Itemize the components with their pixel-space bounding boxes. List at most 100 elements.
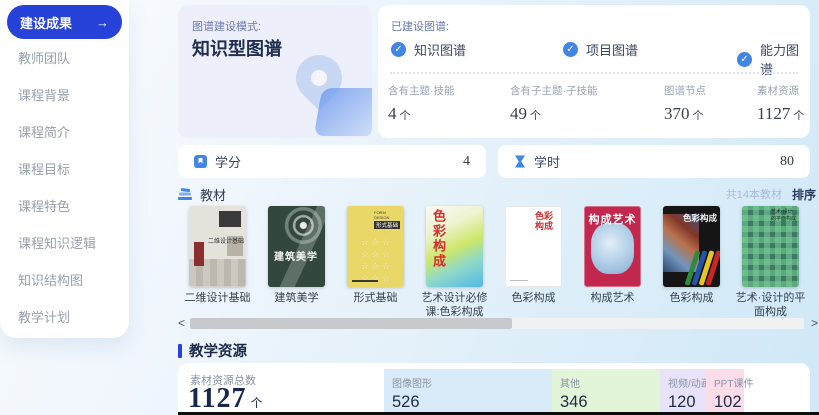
- book-item[interactable]: 建筑美学 建筑美学: [257, 206, 336, 320]
- stat-label: 含有主题·技能: [388, 83, 455, 98]
- sidebar-item[interactable]: 课程知识逻辑: [0, 224, 129, 261]
- checkbox-knowledge-graph[interactable]: ✓ 知识图谱: [391, 40, 466, 59]
- textbooks-header: 教材 共14本教材 排序: [178, 185, 816, 203]
- checkbox-label: 知识图谱: [414, 40, 466, 59]
- book-title: 构成艺术: [591, 292, 635, 306]
- book-title: 二维设计基础: [185, 292, 251, 306]
- book-cover-text: 色彩构成: [429, 209, 448, 269]
- sidebar-active-label: 建设成果: [20, 13, 72, 32]
- category-label: PPT课件: [714, 375, 744, 390]
- credit-icon: [194, 155, 207, 168]
- book-cover-text: 色彩构成: [683, 212, 717, 224]
- stars-decoration: ☆ ☆ ☆ ☆ ☆ ☆ ☆ ☆ ☆ ☆ ☆ ☆: [347, 236, 404, 284]
- resources-title: 教学资源: [189, 340, 247, 361]
- book-cover-text: 色彩构成: [535, 211, 557, 232]
- textbooks-shelf: 二维设计基础 二维设计基础 建筑美学 建筑美学 FORM DESIGN BASI…: [178, 206, 810, 320]
- stat-graph-nodes: 图谱节点 370个: [664, 83, 706, 124]
- book-cover[interactable]: 构成艺术: [584, 206, 641, 287]
- book-cover[interactable]: 二维设计基础: [189, 206, 246, 287]
- hours-value: 80: [780, 154, 794, 170]
- book-cover[interactable]: 艺术·设计的平面构成: [742, 206, 799, 287]
- category-ppt: PPT课件 102: [706, 369, 744, 412]
- screen: 建设成果 → 教师团队 课程背景 课程简介 课程目标 课程特色 课程知识逻辑 知…: [0, 0, 819, 415]
- stat-label: 素材资源: [757, 83, 804, 98]
- book-item[interactable]: 二维设计基础 二维设计基础: [178, 206, 257, 320]
- book-cover-text: 形式基础: [374, 221, 400, 229]
- category-label: 其他: [560, 375, 660, 390]
- category-value: 346: [560, 393, 660, 412]
- category-label: 图像图形: [392, 375, 552, 390]
- stat-value: 370个: [664, 104, 706, 124]
- book-title: 建筑美学: [275, 292, 319, 306]
- sidebar-item[interactable]: 教师团队: [0, 39, 129, 76]
- book-item[interactable]: 构成艺术 构成艺术: [573, 206, 652, 320]
- category-label: 视频/动画: [668, 375, 706, 390]
- category-value: 102: [714, 393, 744, 412]
- stat-subtopics: 含有子主题·子技能 49个: [510, 83, 598, 124]
- section-bar-decoration: [178, 344, 182, 358]
- stat-value: 49个: [510, 104, 598, 124]
- built-graphs-card: 已建设图谱: ✓ 知识图谱 ✓ 项目图谱 ✓ 能力图谱 含有主题·技能 4个 含…: [378, 5, 810, 138]
- scrollbar-thumb[interactable]: [190, 318, 512, 329]
- book-title: 形式基础: [354, 292, 398, 306]
- resource-categories: 图像图形 526 其他 346 视频/动画 120 PPT课件 102: [384, 369, 744, 412]
- book-item[interactable]: 色彩构成 艺术设计必修课:色彩构成: [415, 206, 494, 320]
- arrow-right-icon: →: [96, 15, 109, 30]
- sidebar-item[interactable]: 知识结构图: [0, 261, 129, 298]
- sidebar-item-active[interactable]: 建设成果 →: [7, 5, 122, 39]
- book-item[interactable]: 艺术·设计的平面构成 艺术·设计的平面构成: [731, 206, 810, 320]
- sort-button[interactable]: 排序: [792, 186, 816, 203]
- book-title: 色彩构成: [512, 292, 556, 306]
- book-item[interactable]: 色彩构成 色彩构成: [652, 206, 731, 320]
- book-title: 色彩构成: [670, 292, 714, 306]
- category-other: 其他 346: [552, 369, 660, 412]
- book-cover[interactable]: 色彩构成: [505, 206, 562, 287]
- book-cover[interactable]: FORM DESIGN BASICS 形式基础 ☆ ☆ ☆ ☆ ☆ ☆ ☆ ☆ …: [347, 206, 404, 287]
- scrollbar-track[interactable]: [190, 318, 804, 329]
- sidebar-item[interactable]: 课程简介: [0, 113, 129, 150]
- books-icon: [178, 188, 193, 201]
- stat-value: 4个: [388, 104, 455, 124]
- sidebar-item[interactable]: 课程背景: [0, 76, 129, 113]
- scroll-right-arrow[interactable]: >: [811, 316, 818, 330]
- category-value: 526: [392, 393, 552, 412]
- book-item[interactable]: FORM DESIGN BASICS 形式基础 ☆ ☆ ☆ ☆ ☆ ☆ ☆ ☆ …: [336, 206, 415, 320]
- book-cover-text: 构成艺术: [584, 211, 641, 227]
- hours-label: 学时: [534, 152, 560, 171]
- graph-mode-label: 图谱建设模式:: [192, 18, 261, 34]
- hours-card: 学时 80: [498, 145, 810, 178]
- book-cover-text: 建筑美学: [274, 248, 318, 263]
- sidebar-item[interactable]: 课程目标: [0, 150, 129, 187]
- sidebar: 建设成果 → 教师团队 课程背景 课程简介 课程目标 课程特色 课程知识逻辑 知…: [0, 0, 129, 338]
- checkbox-label: 项目图谱: [586, 40, 638, 59]
- book-cover[interactable]: 色彩构成: [663, 206, 720, 287]
- category-value: 120: [668, 393, 706, 412]
- credit-card: 学分 4: [178, 145, 486, 178]
- book-item[interactable]: 色彩构成 色彩构成: [494, 206, 573, 320]
- check-icon: ✓: [737, 52, 752, 67]
- resources-header: 教学资源: [178, 340, 247, 361]
- sidebar-item[interactable]: 教学计划: [0, 298, 129, 335]
- book-cover[interactable]: 色彩构成: [426, 206, 483, 287]
- stat-label: 图谱节点: [664, 83, 706, 98]
- category-images: 图像图形 526: [384, 369, 552, 412]
- horizontal-scrollbar: < >: [178, 316, 818, 330]
- stat-topics: 含有主题·技能 4个: [388, 83, 455, 124]
- check-icon: ✓: [391, 42, 406, 57]
- book-cover-art: [591, 223, 634, 274]
- graph-mode-card: 图谱建设模式: 知识型图谱: [178, 5, 372, 138]
- credit-label: 学分: [215, 152, 241, 171]
- hourglass-icon: [514, 155, 526, 168]
- total-resources-value: 1127个: [188, 383, 263, 412]
- textbooks-count: 共14本教材: [726, 186, 782, 202]
- checkbox-project-graph[interactable]: ✓ 项目图谱: [563, 40, 638, 59]
- textbooks-title: 教材: [200, 185, 226, 204]
- stat-value: 1127个: [757, 104, 804, 124]
- stat-label: 含有子主题·子技能: [510, 83, 598, 98]
- book-cover-text: 艺术·设计的平面构成: [771, 209, 797, 222]
- scroll-left-arrow[interactable]: <: [178, 316, 185, 330]
- book-cover[interactable]: 建筑美学: [268, 206, 325, 287]
- category-video: 视频/动画 120: [660, 369, 706, 412]
- sidebar-item[interactable]: 课程特色: [0, 187, 129, 224]
- graph-mode-title: 知识型图谱: [192, 35, 282, 61]
